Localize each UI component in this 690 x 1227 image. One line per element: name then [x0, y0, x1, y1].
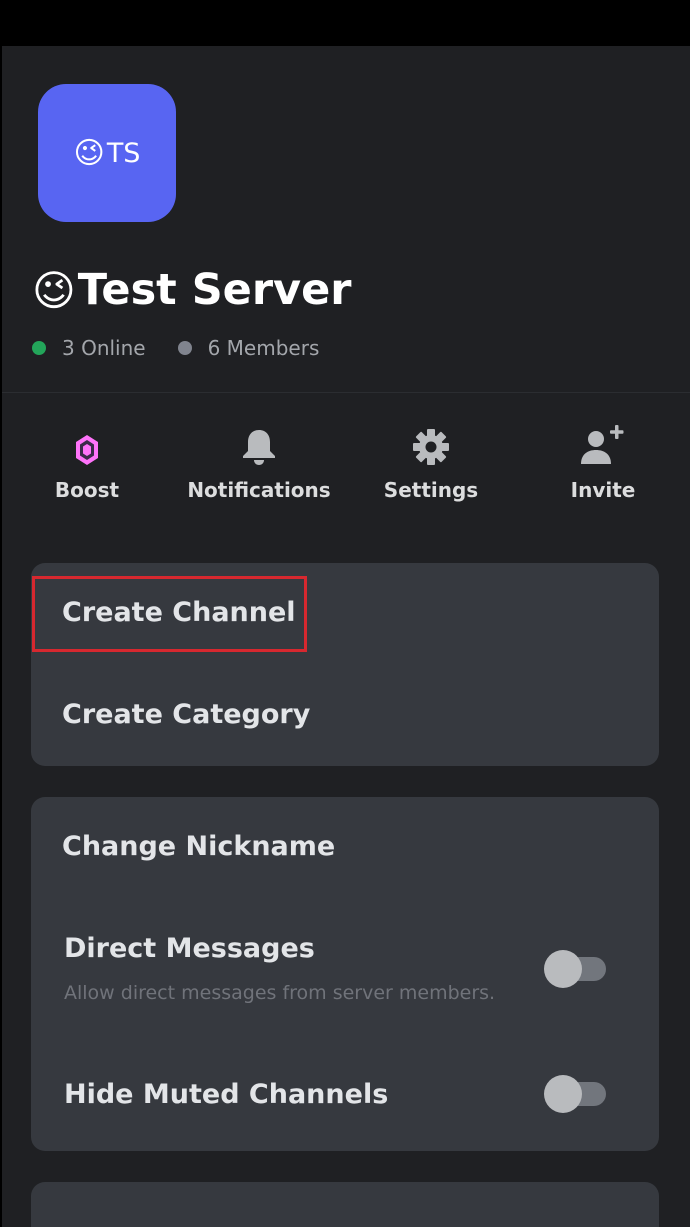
- direct-messages-description: Allow direct messages from server member…: [64, 982, 496, 1004]
- settings-section: Change Nickname Direct Messages Allow di…: [31, 797, 659, 1151]
- boost-label: Boost: [54, 478, 120, 502]
- server-stats: 3 Online 6 Members: [32, 334, 319, 362]
- notifications-button[interactable]: Notifications: [174, 418, 344, 514]
- quick-actions: Boost Notifications Settings Invite: [2, 418, 690, 514]
- bell-icon: [241, 418, 277, 466]
- add-person-icon: [580, 418, 626, 466]
- member-count: 6 Members: [207, 336, 320, 360]
- gear-icon: [412, 418, 450, 466]
- next-section: [31, 1182, 659, 1227]
- online-count: 3 Online: [62, 336, 146, 360]
- wink-emoji-icon: 😉: [73, 135, 105, 171]
- hide-muted-channels-label: Hide Muted Channels: [64, 1079, 389, 1110]
- invite-button[interactable]: Invite: [518, 418, 688, 514]
- highlight-box: [32, 576, 307, 652]
- direct-messages-toggle[interactable]: [544, 949, 606, 989]
- server-icon[interactable]: 😉 TS: [38, 84, 176, 222]
- boost-button[interactable]: Boost: [2, 418, 172, 514]
- wink-emoji-icon: 😉: [32, 265, 76, 315]
- invite-label: Invite: [570, 478, 636, 502]
- direct-messages-label: Direct Messages: [64, 933, 315, 964]
- settings-button[interactable]: Settings: [346, 418, 516, 514]
- notifications-label: Notifications: [187, 478, 331, 502]
- server-initials: TS: [106, 137, 141, 169]
- header-divider: [2, 392, 690, 393]
- change-nickname-item[interactable]: Change Nickname: [62, 831, 335, 862]
- hide-muted-channels-toggle[interactable]: [544, 1074, 606, 1114]
- online-status-dot-icon: [32, 341, 46, 355]
- server-name-text: Test Server: [77, 265, 352, 315]
- boost-gem-icon: [75, 418, 99, 466]
- members-dot-icon: [177, 341, 192, 355]
- settings-label: Settings: [383, 478, 479, 502]
- create-section: Create Channel Create Category: [31, 563, 659, 766]
- server-name: 😉 Test Server: [32, 262, 351, 318]
- server-menu-screen: 😉 TS 😉 Test Server 3 Online 6 Members Bo…: [2, 46, 690, 1227]
- create-category-item[interactable]: Create Category: [62, 699, 310, 730]
